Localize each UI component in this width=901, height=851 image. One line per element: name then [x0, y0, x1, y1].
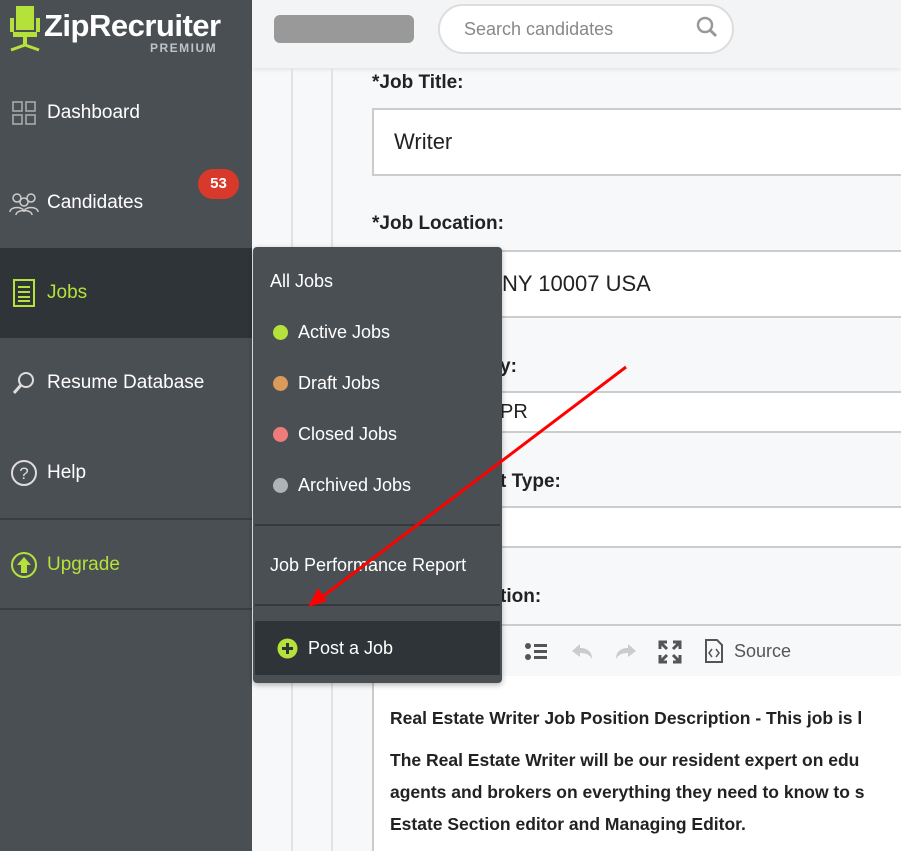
grid-icon: [0, 101, 47, 125]
sidebar-item-label: Dashboard: [47, 102, 140, 123]
active-status-dot: [273, 324, 288, 340]
maximize-icon[interactable]: [658, 640, 682, 664]
menu-item-archived-jobs[interactable]: Archived Jobs: [253, 465, 502, 505]
question-icon: ?: [0, 459, 47, 487]
job-title-label: *Job Title:: [372, 72, 464, 93]
description-line: agents and brokers on everything they ne…: [390, 782, 865, 802]
people-icon: [0, 190, 47, 216]
description-line: The Real Estate Writer will be our resid…: [390, 750, 860, 770]
search-placeholder: Search candidates: [464, 18, 614, 39]
menu-item-job-performance-report[interactable]: Job Performance Report: [253, 545, 502, 585]
redacted-account-name: [274, 15, 414, 43]
source-icon[interactable]: [704, 638, 724, 664]
undo-icon[interactable]: [570, 642, 594, 662]
document-icon: [0, 279, 47, 307]
sidebar-divider: [0, 608, 252, 610]
sidebar-item-upgrade[interactable]: Upgrade: [0, 520, 252, 610]
sidebar-item-label: Jobs: [47, 282, 88, 303]
menu-divider: [255, 604, 500, 606]
sidebar-item-dashboard[interactable]: Dashboard: [0, 68, 252, 158]
upgrade-arrow-icon: [0, 551, 47, 579]
sidebar-item-label: Resume Database: [47, 372, 205, 393]
description-label-text: tion:: [500, 586, 542, 607]
search-input[interactable]: Search candidates: [438, 4, 734, 54]
chair-logo-icon: [10, 6, 40, 52]
post-a-job-button[interactable]: Post a Job: [255, 621, 500, 675]
description-label: tion:: [500, 586, 541, 608]
archived-status-dot: [273, 477, 288, 493]
menu-item-active-jobs[interactable]: Active Jobs: [253, 312, 502, 352]
sidebar-item-label: Candidates: [47, 192, 144, 213]
search-icon: [0, 370, 47, 396]
employment-type-label: t Type:: [500, 471, 561, 492]
post-a-job-label: Post a Job: [308, 637, 394, 658]
job-title-input[interactable]: Writer: [372, 108, 901, 176]
ziprecruiter-logo[interactable]: ZipRecruiter PREMIUM: [8, 6, 238, 58]
menu-item-label: Active Jobs: [298, 321, 391, 342]
top-bar: Search candidates: [252, 0, 901, 68]
brand-name: ZipRecruiter: [44, 8, 221, 43]
menu-item-label: Archived Jobs: [298, 474, 412, 495]
candidates-count-badge: 53: [198, 169, 239, 199]
menu-divider: [255, 524, 500, 526]
bulleted-list-icon[interactable]: [524, 642, 548, 662]
menu-item-label: Closed Jobs: [298, 423, 398, 444]
description-line: Real Estate Writer Job Position Descript…: [390, 708, 863, 728]
sidebar-item-help[interactable]: ? Help: [0, 428, 252, 518]
plus-circle-icon: [277, 638, 298, 658]
search-icon[interactable]: [696, 16, 718, 38]
draft-status-dot: [273, 375, 288, 391]
description-line: Estate Section editor and Managing Edito…: [390, 814, 746, 834]
closed-status-dot: [273, 426, 288, 442]
svg-text:?: ?: [19, 464, 28, 483]
menu-item-closed-jobs[interactable]: Closed Jobs: [253, 414, 502, 454]
menu-item-draft-jobs[interactable]: Draft Jobs: [253, 363, 502, 403]
sidebar-item-resume-database[interactable]: Resume Database: [0, 338, 252, 428]
menu-item-all-jobs[interactable]: All Jobs: [253, 261, 502, 301]
company-label: y:: [500, 356, 517, 377]
menu-item-label: Draft Jobs: [298, 372, 381, 393]
sidebar: ZipRecruiter PREMIUM Dashboard Candidate…: [0, 0, 252, 851]
sidebar-item-label: Help: [47, 462, 87, 483]
sidebar-item-jobs[interactable]: Jobs: [0, 248, 252, 338]
redo-icon[interactable]: [614, 642, 638, 662]
sidebar-item-label: Upgrade: [47, 554, 120, 575]
description-editor[interactable]: Real Estate Writer Job Position Descript…: [372, 676, 901, 851]
jobs-dropdown-menu: All Jobs Active Jobs Draft Jobs Closed J…: [253, 247, 502, 683]
brand-tier: PREMIUM: [150, 41, 218, 55]
source-button[interactable]: Source: [734, 641, 791, 662]
job-location-label: *Job Location:: [372, 213, 504, 234]
